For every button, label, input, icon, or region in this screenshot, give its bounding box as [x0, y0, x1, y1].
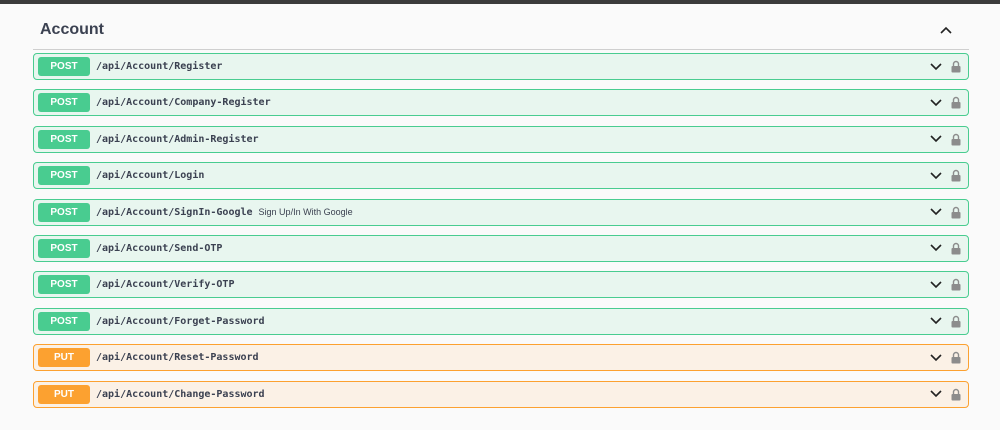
method-badge: POST: [38, 238, 90, 258]
lock-icon[interactable]: [950, 241, 962, 255]
method-badge: POST: [38, 57, 90, 76]
chevron-down-icon[interactable]: [928, 352, 944, 364]
lock-icon[interactable]: [950, 205, 962, 219]
lock-icon[interactable]: [950, 314, 962, 328]
lock-icon[interactable]: [950, 132, 962, 146]
operation-row[interactable]: POST/api/Account/Register: [33, 53, 969, 80]
endpoint-path: /api/Account/Login: [96, 170, 205, 182]
endpoint-path: /api/Account/Forget-Password: [96, 315, 265, 327]
lock-icon[interactable]: [950, 351, 962, 365]
operation-row[interactable]: POST/api/Account/SignIn-Google Sign Up/In…: [33, 198, 969, 226]
lock-icon[interactable]: [950, 60, 962, 74]
endpoint-path: /api/Account/SignIn-Google: [96, 206, 253, 218]
lock-icon[interactable]: [950, 96, 962, 110]
chevron-down-icon[interactable]: [928, 206, 944, 218]
operation-row[interactable]: PUT/api/Account/Change-Password: [33, 380, 969, 408]
endpoint-path: /api/Account/Verify-OTP: [96, 279, 235, 291]
chevron-down-icon[interactable]: [928, 279, 944, 291]
operation-row[interactable]: POST/api/Account/Admin-Register: [33, 125, 969, 153]
endpoint-path: /api/Account/Change-Password: [96, 388, 265, 400]
chevron-down-icon[interactable]: [928, 388, 944, 400]
method-badge: POST: [38, 93, 90, 113]
endpoint-path: /api/Account/Reset-Password: [96, 352, 259, 364]
lock-icon[interactable]: [950, 169, 962, 183]
method-badge: PUT: [38, 384, 90, 404]
method-badge: POST: [38, 202, 90, 222]
endpoint-path: /api/Account/Company-Register: [96, 97, 271, 109]
method-badge: POST: [38, 311, 90, 331]
chevron-up-icon[interactable]: [938, 22, 954, 38]
account-section: Account POST/api/Account/Register POST/ap…: [33, 10, 969, 417]
chevron-down-icon[interactable]: [928, 242, 944, 254]
section-header[interactable]: Account: [33, 10, 969, 50]
lock-icon[interactable]: [950, 387, 962, 401]
method-badge: POST: [38, 129, 90, 149]
chevron-down-icon[interactable]: [928, 170, 944, 182]
endpoint-summary: Sign Up/In With Google: [258, 207, 353, 218]
chevron-down-icon[interactable]: [928, 61, 944, 73]
method-badge: POST: [38, 166, 90, 186]
operation-row[interactable]: POST/api/Account/Verify-OTP: [33, 271, 969, 299]
method-badge: PUT: [38, 348, 90, 368]
endpoint-path: /api/Account/Register: [96, 61, 223, 72]
lock-icon[interactable]: [950, 278, 962, 292]
section-title: Account: [40, 20, 104, 38]
operation-row[interactable]: POST/api/Account/Company-Register: [33, 89, 969, 117]
endpoint-path: /api/Account/Admin-Register: [96, 133, 259, 145]
operation-row[interactable]: POST/api/Account/Login: [33, 162, 969, 190]
operation-row[interactable]: POST/api/Account/Forget-Password: [33, 307, 969, 335]
operations-list: POST/api/Account/Register POST/api/Accoun…: [33, 53, 969, 408]
chevron-down-icon[interactable]: [928, 97, 944, 109]
chevron-down-icon[interactable]: [928, 315, 944, 327]
operation-row[interactable]: POST/api/Account/Send-OTP: [33, 234, 969, 262]
endpoint-path: /api/Account/Send-OTP: [96, 242, 223, 254]
chevron-down-icon[interactable]: [928, 133, 944, 145]
method-badge: POST: [38, 275, 90, 295]
top-bar: [0, 0, 1000, 4]
operation-row[interactable]: PUT/api/Account/Reset-Password: [33, 344, 969, 372]
